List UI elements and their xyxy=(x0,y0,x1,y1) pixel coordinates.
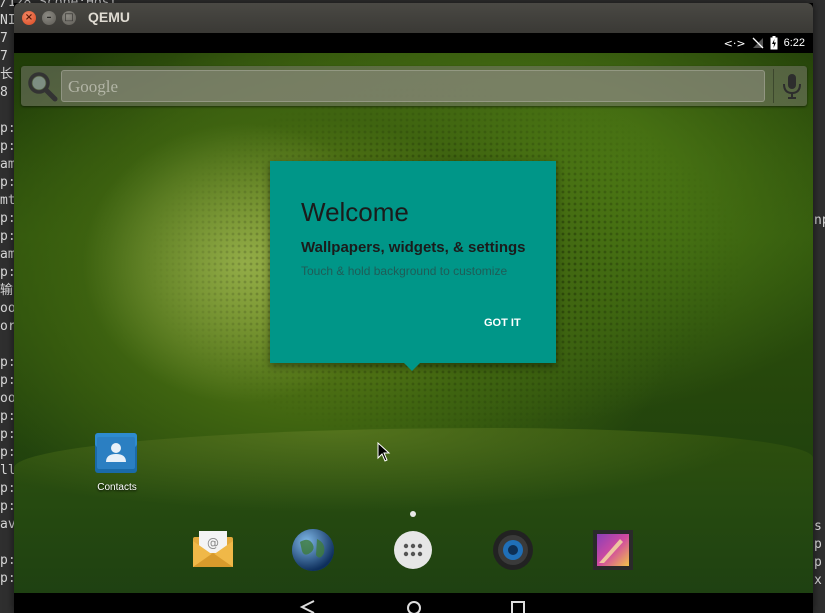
navigation-bar xyxy=(14,593,813,613)
terminal-line: 8 xyxy=(0,85,8,100)
welcome-description: Touch & hold background to customize xyxy=(301,264,508,278)
app-drawer-icon[interactable] xyxy=(390,527,436,573)
svg-text:@: @ xyxy=(207,536,219,550)
search-placeholder: Google xyxy=(68,77,119,96)
status-time: 6:22 xyxy=(783,37,805,49)
gallery-icon[interactable] xyxy=(590,527,636,573)
qemu-window: × – □ QEMU <·> 6:22 Google Welcome Wallp… xyxy=(14,3,813,613)
window-close-button[interactable]: × xyxy=(22,11,36,25)
back-icon[interactable] xyxy=(298,599,318,613)
got-it-button[interactable]: GOT IT xyxy=(480,313,525,333)
page-indicator xyxy=(410,511,416,517)
welcome-title: Welcome xyxy=(301,197,409,227)
terminal-line-right: p xyxy=(814,555,822,570)
terminal-line-right: x xyxy=(814,573,822,588)
welcome-card-pointer xyxy=(404,363,420,371)
home-icon[interactable] xyxy=(404,599,424,613)
android-screen[interactable]: <·> 6:22 Google Welcome Wallpapers, widg… xyxy=(14,33,813,613)
google-search-bar[interactable]: Google xyxy=(21,66,807,106)
microphone-icon[interactable] xyxy=(781,72,803,100)
window-maximize-button[interactable]: □ xyxy=(62,11,76,25)
terminal-line-right: p xyxy=(814,537,822,552)
welcome-subtitle: Wallpapers, widgets, & settings xyxy=(301,239,526,256)
contacts-icon[interactable] xyxy=(93,429,139,475)
terminal-line-right: s xyxy=(814,519,822,534)
contacts-label: Contacts xyxy=(97,482,137,493)
terminal-line: 输 xyxy=(0,283,14,298)
music-icon[interactable] xyxy=(490,527,536,573)
battery-charging-icon xyxy=(770,36,778,50)
data-sync-icon: <·> xyxy=(723,36,746,50)
contacts-app-shortcut[interactable]: Contacts xyxy=(82,429,152,499)
terminal-line: 7 xyxy=(0,31,8,46)
status-bar: <·> 6:22 xyxy=(14,33,813,53)
window-minimize-button[interactable]: – xyxy=(42,11,56,25)
window-title: QEMU xyxy=(88,9,130,25)
recents-icon[interactable] xyxy=(508,599,528,613)
browser-icon[interactable] xyxy=(290,527,336,573)
search-input[interactable]: Google xyxy=(61,70,765,102)
terminal-line: 长 xyxy=(0,67,14,82)
welcome-card: Welcome Wallpapers, widgets, & settings … xyxy=(270,161,556,371)
window-titlebar[interactable]: × – □ QEMU xyxy=(14,3,813,33)
search-divider xyxy=(773,69,774,103)
terminal-line: 7 xyxy=(0,49,8,64)
no-signal-icon xyxy=(752,37,764,49)
search-icon[interactable] xyxy=(26,70,58,102)
mouse-cursor-icon xyxy=(377,442,391,462)
terminal-line-right: np xyxy=(814,213,825,228)
email-icon[interactable]: @ xyxy=(190,527,236,573)
